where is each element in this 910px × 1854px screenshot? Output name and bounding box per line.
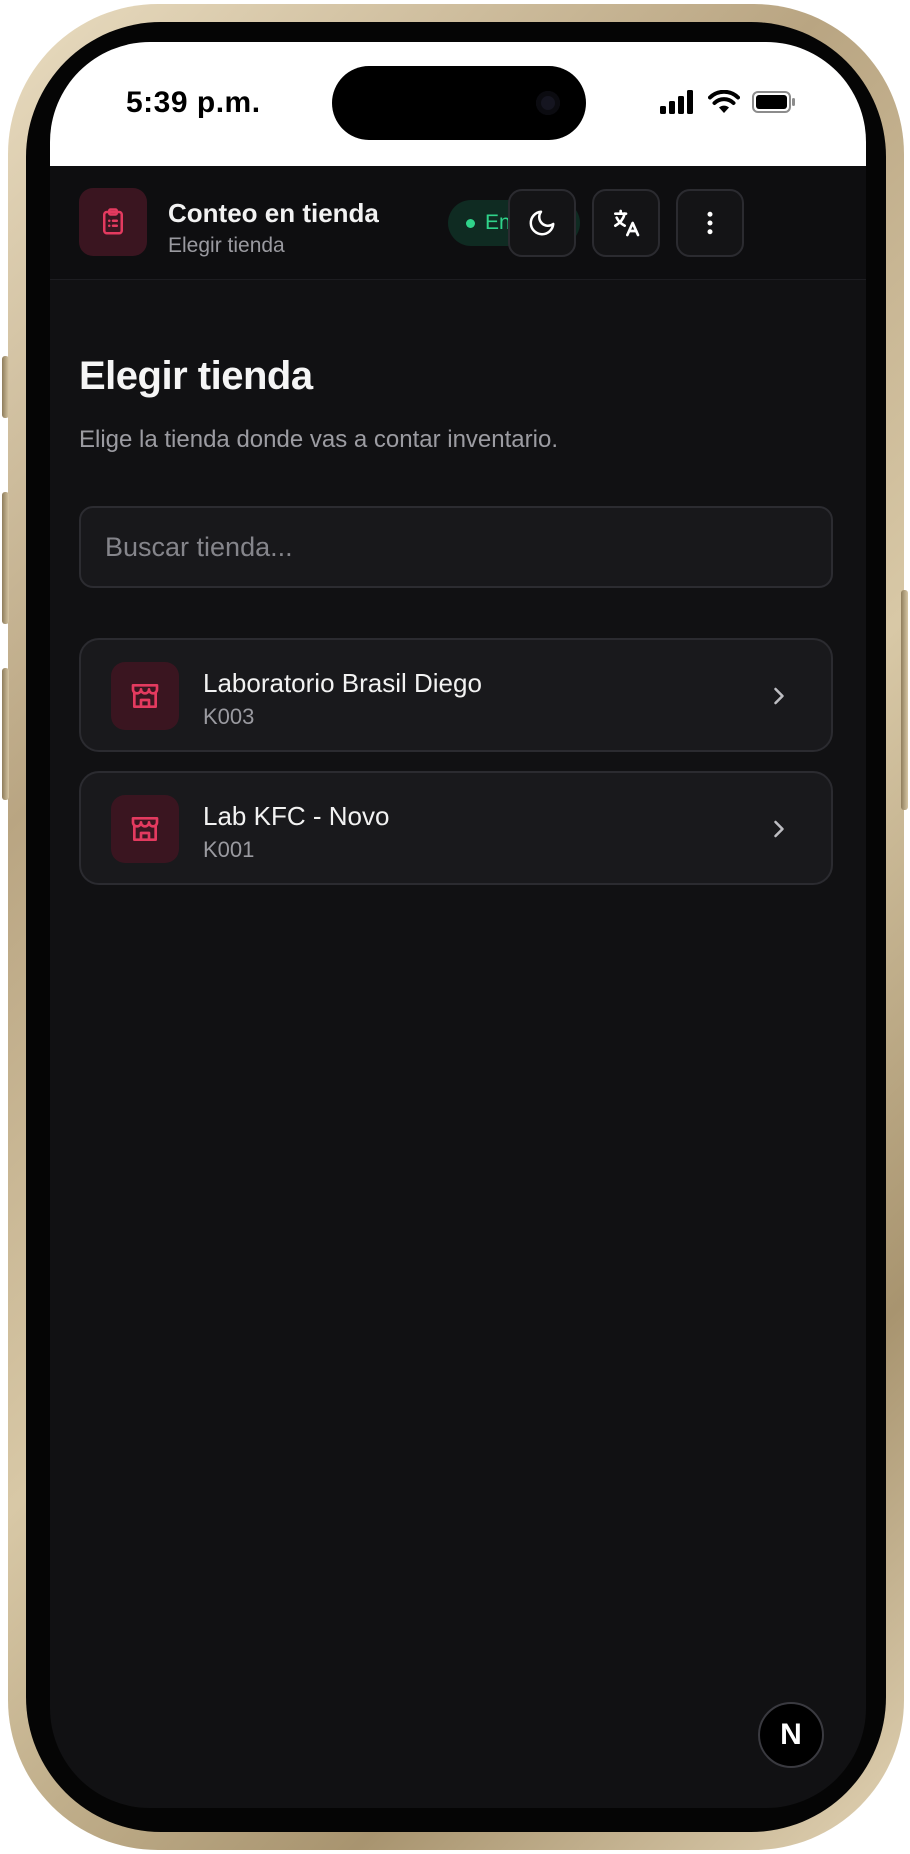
- app-header: Conteo en tienda Elegir tienda En línea: [50, 166, 866, 280]
- camera-icon: [536, 91, 560, 115]
- battery-icon: [752, 91, 795, 113]
- app-subtitle: Elegir tienda: [168, 234, 285, 257]
- more-options-button[interactable]: [676, 189, 744, 257]
- store-icon: [111, 795, 179, 863]
- moon-icon: [529, 210, 555, 236]
- translate-icon: [614, 209, 640, 237]
- chevron-right-icon: [774, 820, 784, 838]
- clipboard-icon: [79, 188, 147, 256]
- store-name: Laboratorio Brasil Diego: [203, 668, 482, 698]
- store-list-item[interactable]: Laboratorio Brasil Diego K003: [79, 638, 833, 752]
- theme-toggle-button[interactable]: [508, 189, 576, 257]
- store-list-item[interactable]: Lab KFC - Novo K001: [79, 771, 833, 885]
- store-code: K001: [203, 837, 255, 862]
- status-icons: [660, 90, 796, 114]
- wifi-icon: [708, 90, 740, 113]
- store-search-input[interactable]: [79, 506, 833, 588]
- store-code: K003: [203, 704, 255, 729]
- store-name: Lab KFC - Novo: [203, 801, 390, 831]
- nextjs-dev-badge[interactable]: N: [758, 1702, 824, 1768]
- app-title: Conteo en tienda: [168, 198, 379, 228]
- page-description: Elige la tienda donde vas a contar inven…: [79, 426, 558, 453]
- cellular-signal-icon: [660, 90, 693, 114]
- language-button[interactable]: [592, 189, 660, 257]
- status-time: 5:39 p.m.: [126, 86, 261, 119]
- more-vertical-icon: [707, 211, 713, 235]
- status-bar: 5:39 p.m.: [50, 42, 866, 166]
- dynamic-island: [332, 66, 586, 140]
- status-dot-icon: [465, 218, 475, 228]
- page-title: Elegir tienda: [79, 354, 313, 398]
- chevron-right-icon: [774, 687, 784, 705]
- phone-screen: 5:39 p.m. Conteo en tienda Elegir tienda…: [50, 42, 866, 1808]
- store-icon: [111, 662, 179, 730]
